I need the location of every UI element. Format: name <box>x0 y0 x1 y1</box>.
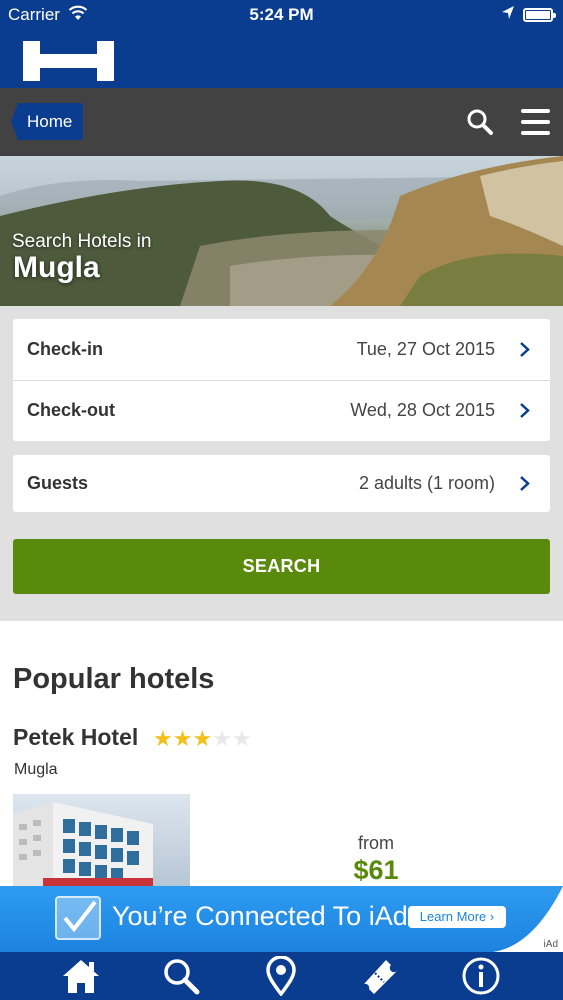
battery-icon <box>523 8 556 22</box>
chevron-right-icon <box>520 403 530 418</box>
hotel-h-logo-icon[interactable] <box>23 41 114 81</box>
search-icon[interactable] <box>160 956 202 996</box>
star-empty-icon: ★ <box>212 726 232 751</box>
hero-city-title: Mugla <box>13 251 100 284</box>
bottom-tab-bar <box>0 952 563 1000</box>
hotel-photo[interactable] <box>13 794 190 886</box>
chevron-right-icon <box>520 342 530 357</box>
popular-hotels-heading: Popular hotels <box>13 663 215 695</box>
star-rating: ★★★★★ <box>153 726 252 752</box>
iad-mark: iAd <box>543 939 558 950</box>
chevron-right-icon <box>520 476 530 491</box>
status-bar: Carrier 5:24 PM <box>0 0 563 30</box>
star-filled-icon: ★ <box>172 726 193 751</box>
guests-label: Guests <box>27 473 89 493</box>
checkin-row[interactable]: Check-in Tue, 27 Oct 2015 <box>13 319 550 380</box>
price-from-label: from <box>358 833 394 853</box>
brand-bar <box>0 30 563 88</box>
learn-more-button[interactable]: Learn More › <box>408 906 506 928</box>
checkout-row[interactable]: Check-out Wed, 28 Oct 2015 <box>13 380 550 441</box>
checkin-label: Check-in <box>27 339 104 359</box>
ad-text: You’re Connected To iAd <box>112 901 408 931</box>
guests-value: 2 adults (1 room) <box>358 473 495 493</box>
hotel-price: $61 <box>353 855 399 885</box>
checkout-label: Check-out <box>27 400 116 420</box>
hero-subtitle: Search Hotels in <box>12 231 152 252</box>
star-filled-icon: ★ <box>153 726 173 751</box>
iad-banner[interactable]: You’re Connected To iAd Learn More › iAd <box>0 886 563 952</box>
hotel-city: Mugla <box>14 761 58 778</box>
info-icon[interactable] <box>460 956 502 996</box>
star-empty-icon: ★ <box>231 726 252 751</box>
location-pin-icon[interactable] <box>260 956 302 996</box>
checkin-value: Tue, 27 Oct 2015 <box>356 339 495 359</box>
menu-icon[interactable] <box>521 109 550 135</box>
location-arrow-icon <box>501 5 515 26</box>
checkout-value: Wed, 28 Oct 2015 <box>350 400 495 420</box>
checkmark-icon <box>55 896 101 940</box>
home-icon[interactable] <box>60 956 102 996</box>
guests-card: Guests 2 adults (1 room) <box>13 455 550 512</box>
search-icon[interactable] <box>466 108 494 136</box>
guests-row[interactable]: Guests 2 adults (1 room) <box>13 455 550 512</box>
star-filled-icon: ★ <box>192 726 213 751</box>
search-button[interactable]: SEARCH <box>13 539 550 594</box>
clock: 5:24 PM <box>249 5 314 24</box>
dates-card: Check-in Tue, 27 Oct 2015 Check-out Wed,… <box>13 319 550 441</box>
home-back-button[interactable]: Home <box>11 103 84 140</box>
ticket-icon[interactable] <box>360 956 402 996</box>
hotel-name[interactable]: Petek Hotel <box>13 724 138 751</box>
